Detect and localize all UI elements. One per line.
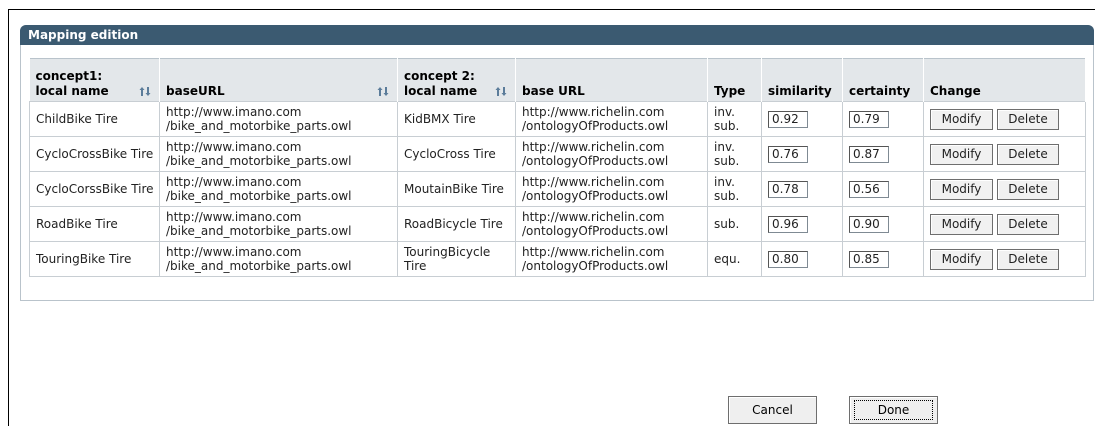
certainty-cell: 0.85: [842, 241, 924, 277]
sort-arrows-icon[interactable]: [495, 86, 507, 97]
col-similarity-label: similarity: [768, 84, 832, 98]
col-concept1-label-top: concept1:: [35, 69, 103, 83]
change-cell: Modify Delete: [923, 241, 1086, 277]
concept2-cell: CycloCross Tire: [397, 136, 516, 172]
col-similarity-header: similarity: [761, 58, 843, 102]
certainty-input[interactable]: 0.87: [849, 145, 889, 163]
type-cell: inv. sub.: [707, 171, 762, 207]
change-cell: Modify Delete: [923, 206, 1086, 242]
concept1-cell: TouringBike Tire: [29, 241, 160, 277]
certainty-cell: 0.87: [842, 136, 924, 172]
similarity-input[interactable]: 0.92: [768, 110, 808, 128]
sort-arrows-icon[interactable]: [139, 86, 151, 97]
change-cell: Modify Delete: [923, 101, 1086, 137]
concept1-cell: RoadBike Tire: [29, 206, 160, 242]
sort-arrows-icon[interactable]: [377, 86, 389, 97]
mapping-table: concept1: local name baseURL concept 2: …: [29, 58, 1086, 277]
similarity-input[interactable]: 0.76: [768, 145, 808, 163]
baseurl2-cell: http://www.richelin.com /ontologyOfProdu…: [515, 206, 708, 242]
baseurl2-cell: http://www.richelin.com /ontologyOfProdu…: [515, 241, 708, 277]
type-cell: sub.: [707, 206, 762, 242]
certainty-input[interactable]: 0.90: [849, 215, 889, 233]
type-cell: equ.: [707, 241, 762, 277]
certainty-cell: 0.79: [842, 101, 924, 137]
similarity-cell: 0.80: [761, 241, 843, 277]
col-concept2-label-top: concept 2:: [404, 69, 475, 83]
delete-button[interactable]: Delete: [997, 213, 1059, 235]
similarity-cell: 0.76: [761, 136, 843, 172]
modify-button[interactable]: Modify: [930, 143, 993, 165]
concept2-cell: TouringBicycle Tire: [397, 241, 516, 277]
delete-button[interactable]: Delete: [997, 248, 1059, 270]
done-button[interactable]: Done: [849, 396, 938, 424]
similarity-input[interactable]: 0.78: [768, 180, 808, 198]
table-row: TouringBike Tire http://www.imano.com /b…: [29, 241, 1086, 277]
modify-button[interactable]: Modify: [930, 178, 993, 200]
baseurl2-cell: http://www.richelin.com /ontologyOfProdu…: [515, 136, 708, 172]
concept1-cell: CycloCrossBike Tire: [29, 136, 160, 172]
baseurl1-cell: http://www.imano.com /bike_and_motorbike…: [159, 206, 398, 242]
change-cell: Modify Delete: [923, 136, 1086, 172]
certainty-input[interactable]: 0.56: [849, 180, 889, 198]
type-cell: inv. sub.: [707, 101, 762, 137]
baseurl1-cell: http://www.imano.com /bike_and_motorbike…: [159, 136, 398, 172]
delete-button[interactable]: Delete: [997, 108, 1059, 130]
table-row: ChildBike Tire http://www.imano.com /bik…: [29, 101, 1086, 137]
col-baseurl2-label: base URL: [522, 84, 585, 98]
col-concept1-header[interactable]: concept1: local name: [29, 58, 160, 102]
similarity-cell: 0.96: [761, 206, 843, 242]
delete-button[interactable]: Delete: [997, 143, 1059, 165]
panel-title: Mapping edition: [20, 25, 1094, 45]
mapping-edition-panel: Mapping edition concept1: local name bas…: [20, 25, 1094, 301]
baseurl1-cell: http://www.imano.com /bike_and_motorbike…: [159, 101, 398, 137]
table-header-row: concept1: local name baseURL concept 2: …: [29, 58, 1086, 102]
modify-button[interactable]: Modify: [930, 108, 993, 130]
delete-button[interactable]: Delete: [997, 178, 1059, 200]
concept1-cell: ChildBike Tire: [29, 101, 160, 137]
modify-button[interactable]: Modify: [930, 248, 993, 270]
similarity-input[interactable]: 0.96: [768, 215, 808, 233]
baseurl1-cell: http://www.imano.com /bike_and_motorbike…: [159, 241, 398, 277]
concept2-cell: KidBMX Tire: [397, 101, 516, 137]
col-type-label: Type: [714, 84, 746, 98]
similarity-cell: 0.92: [761, 101, 843, 137]
col-type-header: Type: [707, 58, 762, 102]
col-baseurl1-header[interactable]: baseURL: [159, 58, 398, 102]
col-change-label: Change: [930, 84, 981, 98]
certainty-cell: 0.90: [842, 206, 924, 242]
certainty-input[interactable]: 0.85: [849, 250, 889, 268]
similarity-input[interactable]: 0.80: [768, 250, 808, 268]
col-baseurl1-label: baseURL: [166, 84, 225, 98]
type-cell: inv. sub.: [707, 136, 762, 172]
table-row: RoadBike Tire http://www.imano.com /bike…: [29, 206, 1086, 242]
certainty-input[interactable]: 0.79: [849, 110, 889, 128]
certainty-cell: 0.56: [842, 171, 924, 207]
baseurl2-cell: http://www.richelin.com /ontologyOfProdu…: [515, 101, 708, 137]
col-certainty-header: certainty: [842, 58, 924, 102]
table-row: CycloCorssBike Tire http://www.imano.com…: [29, 171, 1086, 207]
concept1-cell: CycloCorssBike Tire: [29, 171, 160, 207]
cancel-button[interactable]: Cancel: [728, 396, 817, 424]
modify-button[interactable]: Modify: [930, 213, 993, 235]
baseurl1-cell: http://www.imano.com /bike_and_motorbike…: [159, 171, 398, 207]
concept2-cell: RoadBicycle Tire: [397, 206, 516, 242]
col-baseurl2-header: base URL: [515, 58, 708, 102]
done-button-label: Done: [854, 400, 933, 420]
similarity-cell: 0.78: [761, 171, 843, 207]
col-concept2-header[interactable]: concept 2: local name: [397, 58, 516, 102]
col-change-header: Change: [923, 58, 1086, 102]
change-cell: Modify Delete: [923, 171, 1086, 207]
baseurl2-cell: http://www.richelin.com /ontologyOfProdu…: [515, 171, 708, 207]
concept2-cell: MoutainBike Tire: [397, 171, 516, 207]
col-certainty-label: certainty: [849, 84, 911, 98]
table-row: CycloCrossBike Tire http://www.imano.com…: [29, 136, 1086, 172]
